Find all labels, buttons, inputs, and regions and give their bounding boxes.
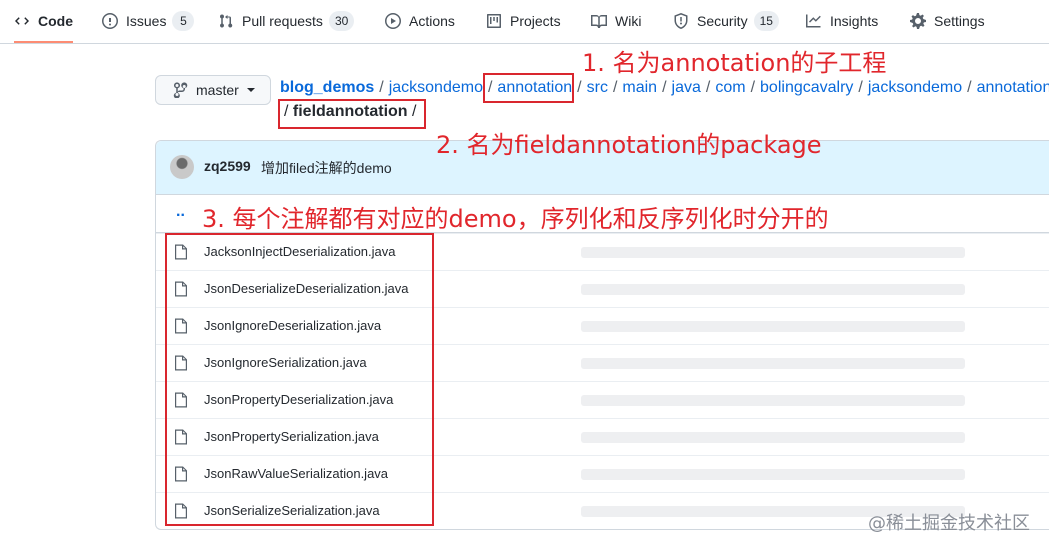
breadcrumb-link[interactable]: src	[587, 79, 608, 96]
highlight-files-box	[165, 233, 434, 526]
breadcrumb-separator: /	[705, 79, 711, 96]
tab-insights[interactable]: Insights	[806, 0, 878, 42]
tab-actions[interactable]: Actions	[385, 0, 455, 42]
annotation-note-1: 1. 名为annotation的子工程	[582, 49, 887, 77]
tab-label: Settings	[934, 13, 985, 29]
project-icon	[487, 14, 501, 28]
branch-select-button[interactable]: master	[155, 75, 271, 105]
breadcrumb-separator: /	[967, 79, 972, 96]
shield-icon	[674, 13, 688, 29]
tab-label: Actions	[409, 13, 455, 29]
book-icon	[591, 14, 607, 28]
breadcrumb-separator: /	[577, 79, 582, 96]
breadcrumb-link[interactable]: annotation	[977, 79, 1049, 96]
loading-placeholder	[581, 358, 965, 369]
breadcrumb-link[interactable]: jacksondemo	[868, 79, 962, 96]
branch-icon	[173, 82, 188, 98]
tab-label: Wiki	[615, 13, 642, 29]
tab-label: Pull requests	[242, 13, 323, 29]
pull-requests-counter: 30	[328, 11, 355, 31]
breadcrumb-repo-link[interactable]: blog_demos	[280, 79, 374, 96]
breadcrumb-separator: /	[612, 79, 618, 96]
avatar[interactable]	[170, 155, 194, 179]
pull-request-icon	[220, 14, 233, 28]
breadcrumb-separator: /	[858, 79, 863, 96]
repo-nav: Code Issues 5 Pull requests 30 Actions P…	[0, 0, 1049, 44]
tab-settings[interactable]: Settings	[910, 0, 985, 42]
issues-counter: 5	[172, 11, 195, 31]
highlight-package-box	[278, 99, 426, 129]
tab-code[interactable]: Code	[14, 0, 73, 43]
branch-name: master	[196, 82, 239, 98]
tab-label: Security	[697, 13, 748, 29]
loading-placeholder	[581, 247, 965, 258]
tab-label: Projects	[510, 13, 561, 29]
security-counter: 15	[753, 11, 779, 31]
play-icon	[385, 13, 401, 29]
breadcrumb-link[interactable]: java	[672, 79, 701, 96]
annotation-note-3: 3. 每个注解都有对应的demo，序列化和反序列化时分开的	[202, 205, 829, 233]
loading-placeholder	[581, 395, 965, 406]
tab-pull-requests[interactable]: Pull requests 30	[218, 0, 355, 42]
parent-directory-link[interactable]: ..	[176, 203, 185, 221]
loading-placeholder	[581, 432, 965, 443]
breadcrumb-link[interactable]: bolingcavalry	[760, 79, 853, 96]
caret-down-icon	[246, 88, 255, 92]
tab-security[interactable]: Security 15	[673, 0, 779, 42]
tab-issues[interactable]: Issues 5	[102, 0, 195, 42]
breadcrumb-link[interactable]: main	[622, 79, 657, 96]
breadcrumb: blog_demos / jacksondemo / annotation / src / ma…	[280, 77, 1049, 99]
graph-icon	[806, 14, 821, 28]
breadcrumb-link[interactable]: com	[715, 79, 745, 96]
issue-icon	[102, 13, 118, 29]
tab-label: Insights	[830, 13, 879, 29]
annotation-note-2: 2. 名为fieldannotation的package	[436, 131, 822, 159]
gear-icon	[910, 13, 926, 29]
loading-placeholder	[581, 284, 965, 295]
highlight-annotation-box	[483, 73, 574, 103]
loading-placeholder	[581, 469, 965, 480]
tab-label: Code	[38, 12, 73, 29]
tab-label: Issues	[126, 13, 167, 29]
breadcrumb-separator: /	[750, 79, 756, 96]
commit-author[interactable]: zq2599	[204, 158, 251, 174]
watermark: @稀土掘金技术社区	[868, 513, 1030, 534]
breadcrumb-separator: /	[662, 79, 667, 96]
code-icon	[15, 16, 29, 25]
breadcrumb-link[interactable]: jacksondemo	[389, 79, 483, 96]
breadcrumb-separator: /	[379, 79, 384, 96]
loading-placeholder	[581, 321, 965, 332]
tab-wiki[interactable]: Wiki	[591, 0, 641, 42]
commit-message[interactable]: 增加filed注解的demo	[261, 158, 392, 178]
tab-projects[interactable]: Projects	[486, 0, 561, 42]
